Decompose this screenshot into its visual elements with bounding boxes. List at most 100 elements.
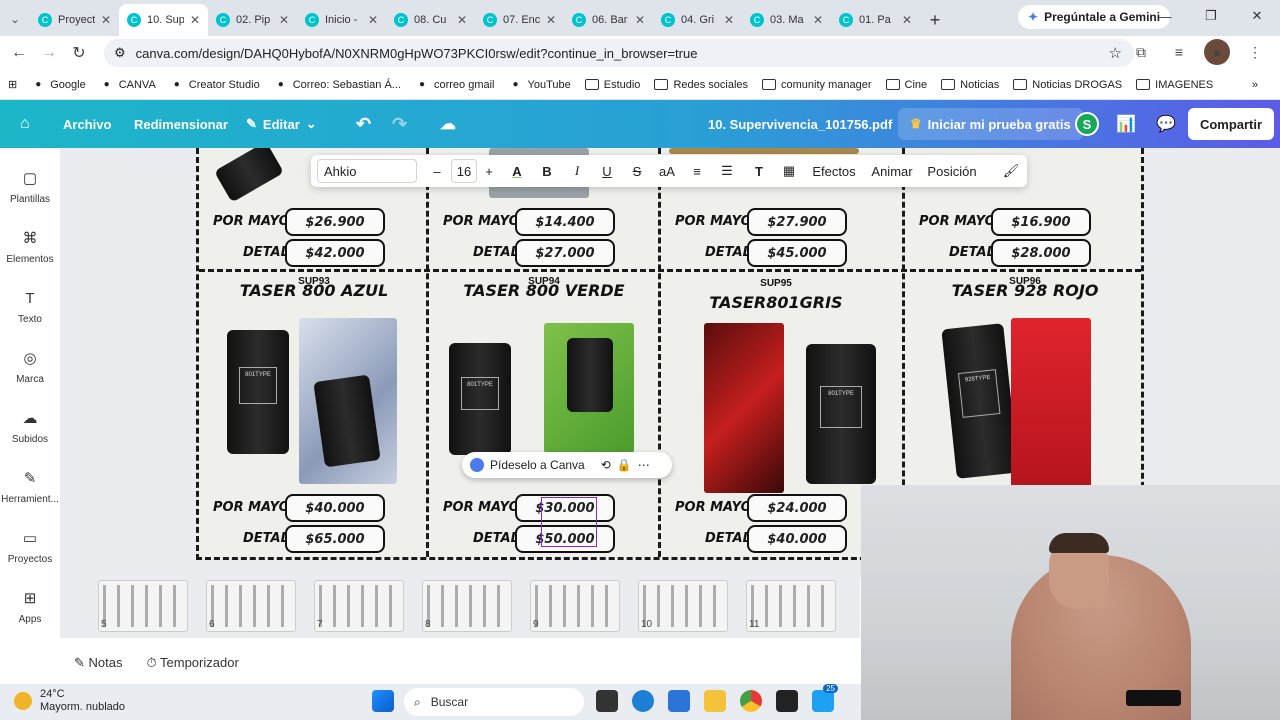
bookmark-item[interactable]: ● Correo: Sebastian Á... <box>274 79 401 91</box>
site-info-icon[interactable]: ⚙ <box>114 45 126 61</box>
browser-tab[interactable]: C 06. Bar ✕ <box>564 4 653 36</box>
weather-widget[interactable]: 24°C Mayorm. nublado <box>14 688 125 714</box>
browser-tab[interactable]: C 01. Pa ✕ <box>831 4 920 36</box>
page-thumbnail[interactable]: 9 <box>530 580 620 632</box>
font-size-increase[interactable]: + <box>479 155 499 187</box>
bookmark-item[interactable]: IMAGENES <box>1136 79 1213 91</box>
text-selection-frame[interactable] <box>541 497 597 547</box>
more-options-icon[interactable]: ⋯ <box>638 458 650 472</box>
page-thumbnail[interactable]: 8 <box>422 580 512 632</box>
copy-style-icon[interactable]: 🖌 <box>1001 155 1021 187</box>
browser-tab[interactable]: C Proyect ✕ <box>30 4 119 36</box>
bookmark-star-icon[interactable]: ☆ <box>1109 44 1122 62</box>
insights-icon[interactable]: 📊 <box>1116 100 1136 148</box>
menu-editar[interactable]: ✎ Editar ⌄ <box>246 100 317 148</box>
rail-upload[interactable]: ☁ Subidos <box>0 410 60 445</box>
more-menu-icon[interactable]: ⋮ <box>1242 39 1268 65</box>
bookmark-item[interactable]: ● Google <box>31 79 86 91</box>
address-bar[interactable]: ⚙ canva.com/design/DAHQ0HybofA/N0XNRM0gH… <box>104 39 1134 67</box>
bookmark-item[interactable]: ● CANVA <box>100 79 156 91</box>
edge-icon[interactable] <box>632 690 654 712</box>
profile-avatar[interactable]: ● <box>1204 39 1230 65</box>
file-explorer-icon[interactable] <box>704 690 726 712</box>
bookmark-item[interactable]: ● correo gmail <box>415 79 495 91</box>
start-trial-button[interactable]: ♛ Iniciar mi prueba gratis <box>898 108 1083 140</box>
rail-tools[interactable]: ✎ Herramient... <box>0 470 60 505</box>
align-center-icon[interactable]: ≡ <box>687 155 707 187</box>
comment-add-icon[interactable]: ⟲ <box>601 458 611 472</box>
reload-icon[interactable]: ↻ <box>64 38 94 68</box>
close-tab-icon[interactable]: ✕ <box>813 13 823 27</box>
apps-grid-icon[interactable]: ⊞ <box>8 78 17 91</box>
restore-button[interactable]: ❐ <box>1188 0 1234 32</box>
bookmarks-overflow-icon[interactable]: » <box>1252 79 1258 91</box>
close-tab-icon[interactable]: ✕ <box>368 13 378 27</box>
lock-icon[interactable]: 🔒 <box>617 458 632 472</box>
letter-case-icon[interactable]: aA <box>655 155 679 187</box>
redo-icon[interactable]: ↷ <box>392 100 407 148</box>
browser-tab[interactable]: C 04. Gri ✕ <box>653 4 742 36</box>
new-tab-button[interactable]: + <box>920 4 950 36</box>
bookmark-item[interactable]: Cine <box>885 79 927 91</box>
rail-elements[interactable]: ⌘ Elementos <box>0 230 60 265</box>
menu-archivo[interactable]: Archivo <box>63 100 111 148</box>
browser-tab[interactable]: C 03. Ma ✕ <box>742 4 831 36</box>
media-icon[interactable]: ≡ <box>1166 39 1192 65</box>
close-tab-icon[interactable]: ✕ <box>279 13 289 27</box>
bookmark-item[interactable]: ● YouTube <box>509 79 570 91</box>
close-window-button[interactable]: ✕ <box>1234 0 1280 32</box>
comments-icon[interactable]: 💬 <box>1156 100 1176 148</box>
rail-apps[interactable]: ⊞ Apps <box>0 590 60 625</box>
document-title[interactable]: 10. Supervivencia_101756.pdf <box>708 100 892 148</box>
timer-button[interactable]: ⏱ Temporizador <box>146 655 238 671</box>
close-tab-icon[interactable]: ✕ <box>902 13 912 27</box>
close-tab-icon[interactable]: ✕ <box>101 13 111 27</box>
italic-icon[interactable]: I <box>567 155 587 187</box>
bookmark-item[interactable]: ● Creator Studio <box>170 79 260 91</box>
effects-button[interactable]: Efectos <box>811 155 857 187</box>
bookmark-item[interactable]: Noticias DROGAS <box>1013 79 1122 91</box>
ask-canva-bubble[interactable]: Pídeselo a Canva ⟲ 🔒 ⋯ <box>462 452 672 478</box>
tab-search-icon[interactable]: ⌄ <box>0 2 30 36</box>
close-tab-icon[interactable]: ✕ <box>635 13 645 27</box>
home-icon[interactable]: ⌂ <box>20 100 30 148</box>
chrome-icon[interactable] <box>740 690 762 712</box>
extensions-icon[interactable]: ⧉ <box>1128 39 1154 65</box>
user-avatar[interactable]: S <box>1075 112 1099 136</box>
windows-start-icon[interactable] <box>372 690 394 712</box>
text-color-icon[interactable]: A <box>507 155 527 187</box>
bold-icon[interactable]: B <box>537 155 557 187</box>
store-icon[interactable] <box>668 690 690 712</box>
browser-tab[interactable]: C 02. Pip ✕ <box>208 4 297 36</box>
forward-icon[interactable]: → <box>34 38 64 68</box>
close-tab-icon[interactable]: ✕ <box>457 13 467 27</box>
close-tab-icon[interactable]: ✕ <box>546 13 556 27</box>
spacing-icon[interactable]: T <box>749 155 769 187</box>
bookmark-item[interactable]: Redes sociales <box>654 79 748 91</box>
bookmark-item[interactable]: Noticias <box>941 79 999 91</box>
font-selector[interactable]: Ahkio <box>317 159 417 183</box>
strikethrough-icon[interactable]: S <box>627 155 647 187</box>
browser-tab[interactable]: C Inicio - ✕ <box>297 4 386 36</box>
browser-tab[interactable]: C 07. Enc ✕ <box>475 4 564 36</box>
page-thumbnail[interactable]: 10 <box>638 580 728 632</box>
share-button[interactable]: Compartir <box>1188 108 1274 140</box>
rail-text[interactable]: T Texto <box>0 290 60 325</box>
list-icon[interactable]: ☰ <box>717 155 737 187</box>
font-size-input[interactable]: 16 <box>451 159 477 183</box>
back-icon[interactable]: ← <box>4 38 34 68</box>
font-size-decrease[interactable]: – <box>427 155 447 187</box>
close-tab-icon[interactable]: ✕ <box>724 13 734 27</box>
rail-template[interactable]: ▢ Plantillas <box>0 170 60 205</box>
rail-brand[interactable]: ◎ Marca <box>0 350 60 385</box>
underline-icon[interactable]: U <box>597 155 617 187</box>
bookmark-item[interactable]: Estudio <box>584 79 640 91</box>
app-icon[interactable] <box>776 690 798 712</box>
app-icon[interactable]: 25 <box>812 684 838 712</box>
menu-redimensionar[interactable]: Redimensionar <box>134 100 228 148</box>
page-thumbnail[interactable]: 11 <box>746 580 836 632</box>
browser-tab[interactable]: C 10. Sup ✕ <box>119 4 208 36</box>
browser-tab[interactable]: C 08. Cu ✕ <box>386 4 475 36</box>
minimize-button[interactable]: — <box>1142 0 1188 32</box>
bookmark-item[interactable]: comunity manager <box>762 79 872 91</box>
